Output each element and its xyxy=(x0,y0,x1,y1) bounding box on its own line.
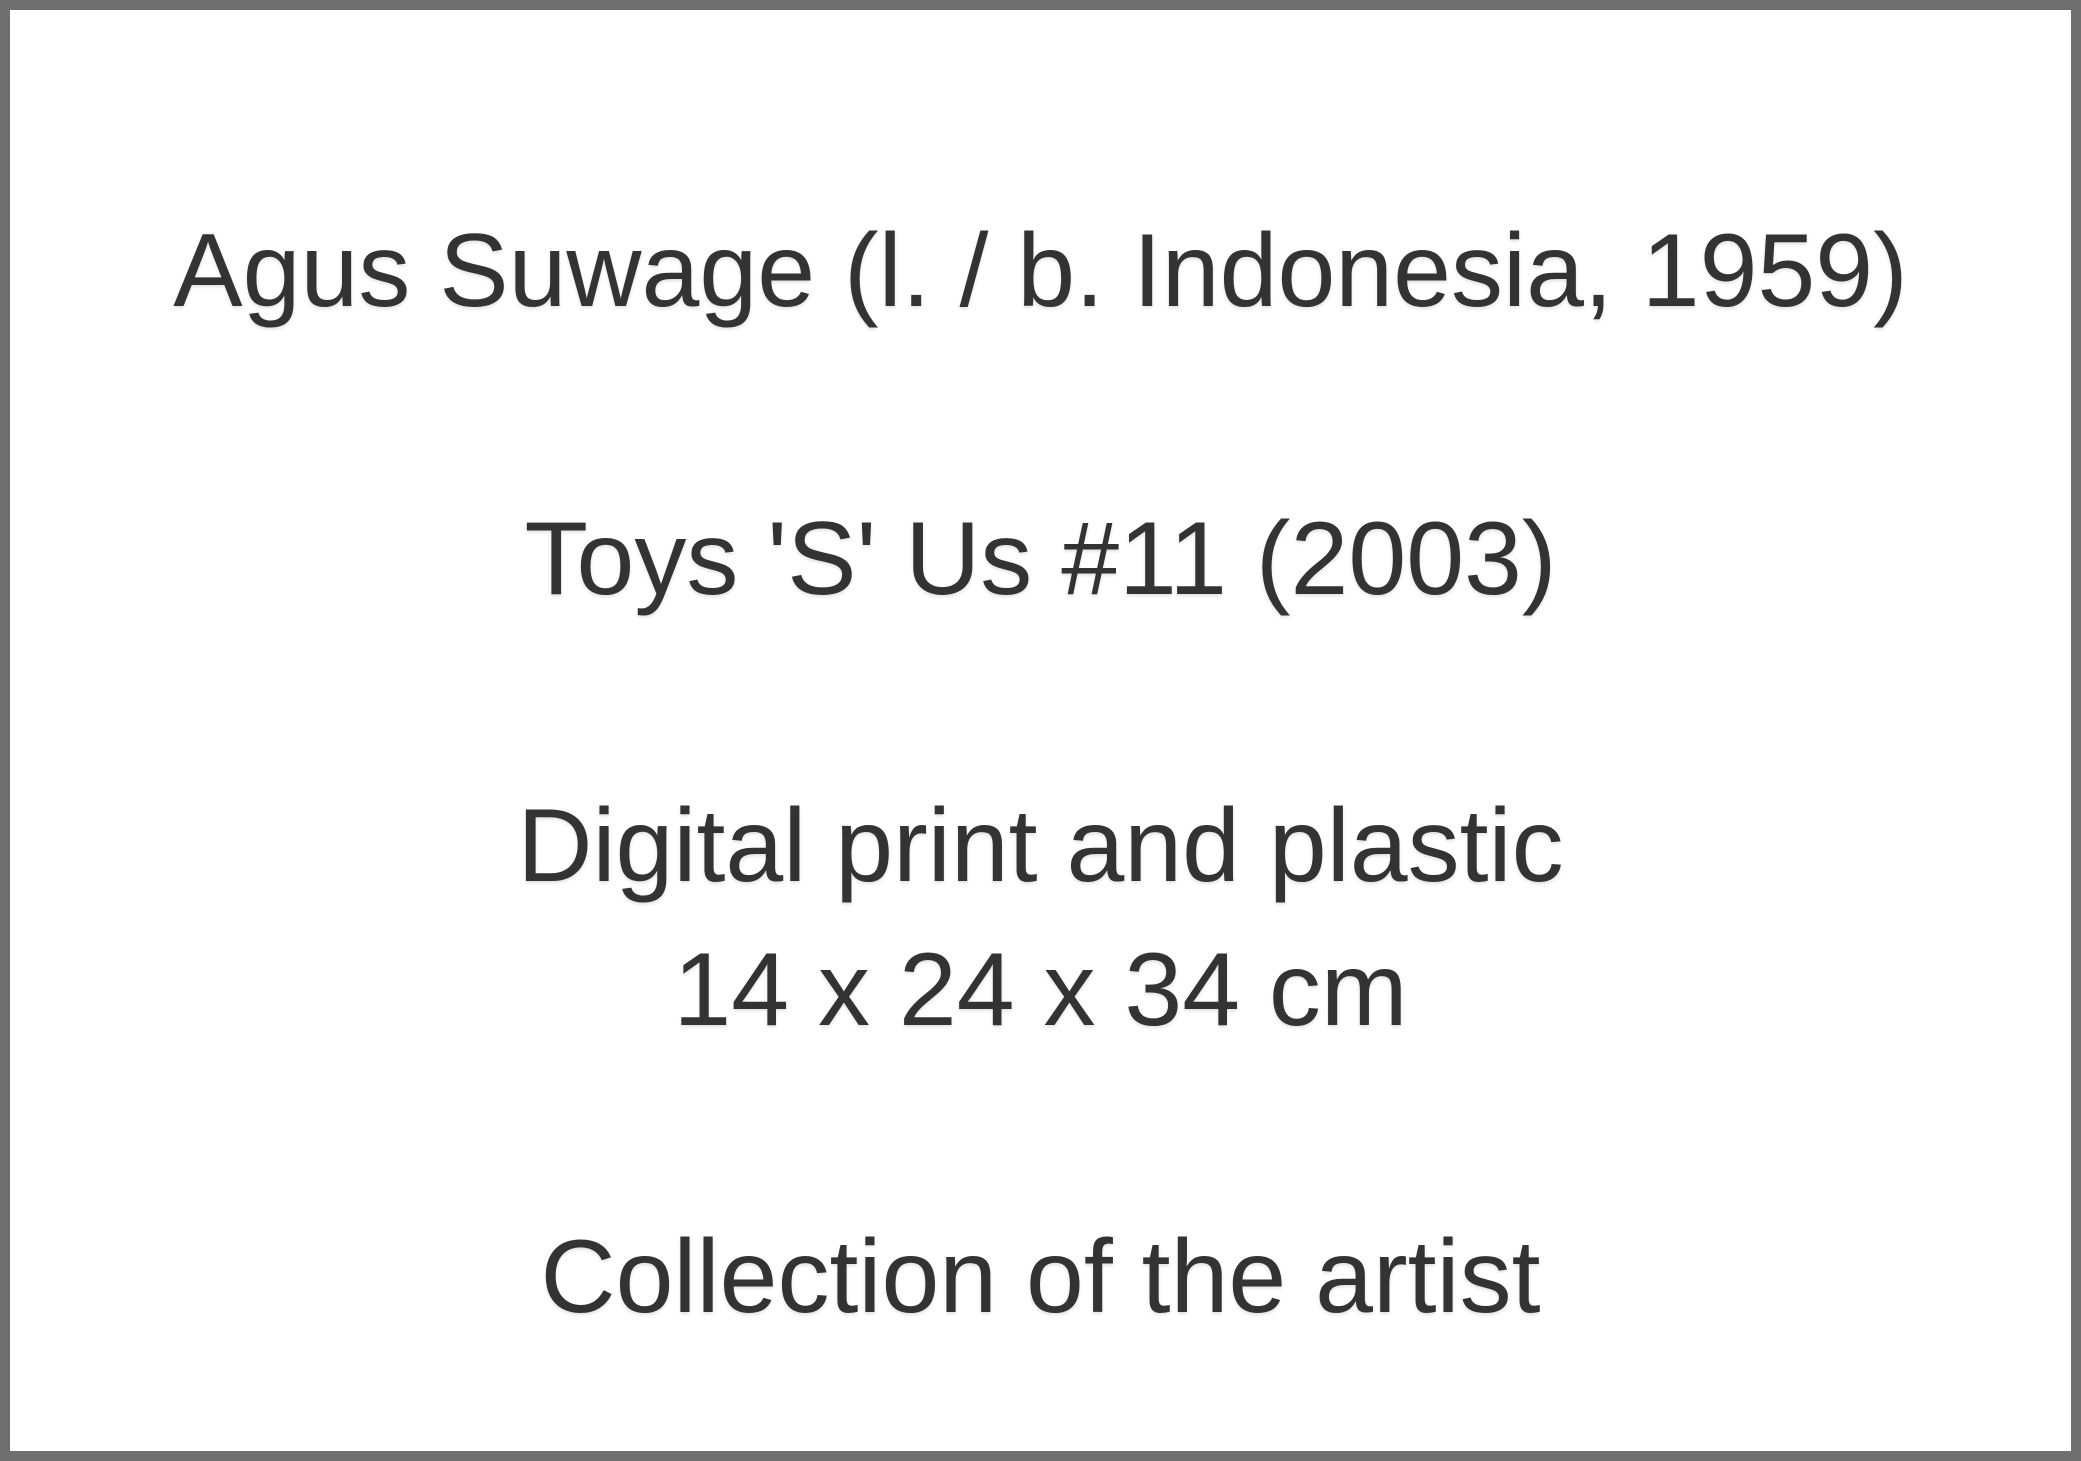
artwork-label-card: Agus Suwage (l. / b. Indonesia, 1959) To… xyxy=(0,0,2081,1461)
dimensions-line: 14 x 24 x 34 cm xyxy=(673,932,1408,1048)
artist-line: Agus Suwage (l. / b. Indonesia, 1959) xyxy=(173,213,1908,329)
medium-line: Digital print and plastic xyxy=(517,788,1564,904)
artwork-title: Toys 'S' Us #11 (2003) xyxy=(524,501,1557,617)
credit-line: Collection of the artist xyxy=(540,1219,1541,1335)
